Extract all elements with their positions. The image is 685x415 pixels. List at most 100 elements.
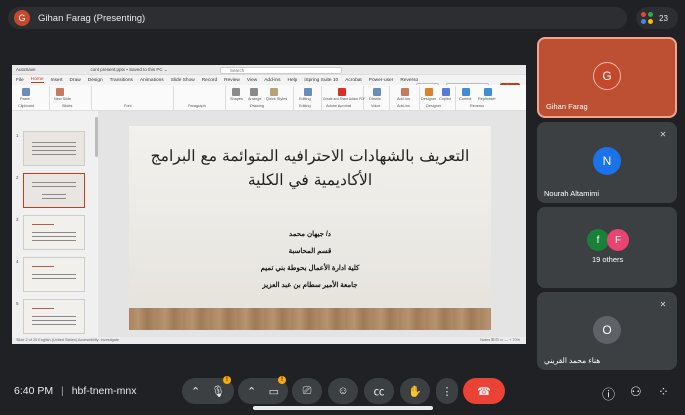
- tab-view[interactable]: View: [247, 78, 257, 83]
- group-adobe: Create and Share Adobe PDF Adobe Acrobat: [322, 86, 366, 110]
- meeting-code[interactable]: hbf-tnem-mnx: [72, 385, 137, 397]
- tab-reverso[interactable]: Reverso: [400, 78, 418, 83]
- participant-name: هناء محمد القريني: [544, 356, 601, 365]
- current-slide[interactable]: التعريف بالشهادات الاحترافيه المتوائمة م…: [129, 126, 491, 330]
- captions-button[interactable]: ㏄: [364, 378, 394, 404]
- home-indicator: [253, 406, 433, 410]
- thumb-number: 5: [16, 301, 19, 306]
- correct-icon[interactable]: [462, 88, 470, 96]
- avatar: O: [593, 316, 621, 344]
- group-label-font: Font: [124, 104, 132, 108]
- group-label-reverso: Reverso: [470, 104, 485, 108]
- chevron-up-icon[interactable]: ⌃: [247, 385, 256, 398]
- tile-gihan[interactable]: G Gihan Farag: [537, 37, 677, 118]
- shapes-icon[interactable]: [232, 88, 240, 96]
- tab-ispring[interactable]: iSpring Suite 10: [304, 78, 338, 83]
- tab-design[interactable]: Design: [88, 78, 103, 83]
- tab-slide-show[interactable]: Slide Show: [171, 78, 195, 83]
- arrange-icon[interactable]: [250, 88, 258, 96]
- designer-icon[interactable]: [425, 88, 433, 96]
- presenter-avatar: G: [14, 10, 30, 26]
- slide-college: كلية ادارة الأعمال بحوطة بني تميم: [260, 265, 360, 272]
- people-icon: [641, 11, 654, 25]
- group-font: Font: [92, 86, 174, 110]
- group-label-add-ins: Add-ins: [397, 104, 410, 108]
- raise-hand-button[interactable]: ✋: [400, 378, 430, 404]
- dictate-icon[interactable]: [373, 88, 381, 96]
- tab-file[interactable]: File: [16, 78, 24, 83]
- tile-others[interactable]: f F 19 others: [537, 207, 677, 288]
- people-chat-icon[interactable]: ⚇: [630, 384, 642, 400]
- tab-help[interactable]: Help: [287, 78, 297, 83]
- slide-thumbnail-2[interactable]: [23, 173, 85, 208]
- camera-icon[interactable]: ▭: [269, 385, 279, 398]
- tab-animations[interactable]: Animations: [140, 78, 164, 83]
- group-label-adobe: Adobe Acrobat: [326, 104, 351, 108]
- slide-university: جامعة الأمير سطام بن عبد العزيز: [262, 282, 358, 289]
- tab-draw[interactable]: Draw: [70, 78, 81, 83]
- group-label-editing: Editing: [299, 104, 311, 108]
- emoji-button[interactable]: ☺: [328, 378, 358, 404]
- tab-power-user[interactable]: Power-user: [369, 78, 394, 83]
- tab-record[interactable]: Record: [202, 78, 217, 83]
- slide-author: د/ جيهان محمد: [289, 231, 331, 238]
- end-call-button[interactable]: ☎: [463, 378, 505, 404]
- quick-styles-icon[interactable]: [270, 88, 278, 96]
- thumb-number: 3: [16, 217, 19, 222]
- slide-thumbnail-3[interactable]: [23, 215, 85, 250]
- arrange-label: Arrange: [248, 97, 262, 101]
- participants-button[interactable]: 23: [636, 7, 678, 29]
- rephraser-icon[interactable]: [484, 88, 492, 96]
- status-right[interactable]: Notes ⊞ ⊟ ▭ — + 70%: [480, 337, 520, 344]
- copilot-icon[interactable]: [442, 88, 450, 96]
- presenter-label: Gihan Farag (Presenting): [38, 12, 146, 24]
- thumb-number: 4: [16, 259, 19, 264]
- presenter-bar[interactable]: G Gihan Farag (Presenting): [8, 7, 627, 29]
- search-input[interactable]: Search: [220, 67, 342, 74]
- autosave-label[interactable]: AutoSave: [16, 67, 36, 72]
- participant-name: Nourah Altamimi: [544, 189, 600, 198]
- emoji-icon: ☺: [337, 385, 349, 397]
- shapes-label: Shapes: [230, 97, 243, 101]
- tile-hanaa[interactable]: ✕ O هناء محمد القريني: [537, 292, 677, 370]
- slide-thumbnail-4[interactable]: [23, 257, 85, 292]
- group-editing: Editing Editing: [294, 86, 322, 110]
- add-ins-icon[interactable]: [401, 88, 409, 96]
- designer-label: Designer: [421, 97, 437, 101]
- file-name[interactable]: cont present.pptx • Saved to this PC ⌄: [91, 67, 168, 73]
- hand-icon: ✋: [408, 385, 422, 398]
- mic-off-icon: ✕: [656, 127, 670, 141]
- slide-title: التعريف بالشهادات الاحترافيه المتوائمة م…: [150, 147, 470, 189]
- more-options-button[interactable]: ⋮: [436, 378, 458, 404]
- group-reverso: Correct Rephraser Reverso: [456, 86, 506, 110]
- info-icon[interactable]: ⓘ: [602, 384, 615, 403]
- group-paragraph: Paragraph: [174, 86, 226, 110]
- add-ins-label: Add-ins: [397, 97, 410, 101]
- tab-review[interactable]: Review: [224, 78, 240, 83]
- new-slide-icon[interactable]: [56, 88, 64, 96]
- avatar: F: [607, 229, 629, 251]
- tab-insert[interactable]: Insert: [51, 78, 63, 83]
- tab-add-ins[interactable]: Add-ins: [264, 78, 280, 83]
- rephraser-label: Rephraser: [478, 97, 496, 101]
- mic-icon[interactable]: 🎙: [211, 385, 225, 398]
- chevron-up-icon[interactable]: ⌃: [191, 385, 200, 398]
- tile-nourah[interactable]: ✕ N Nourah Altamimi: [537, 122, 677, 203]
- dictate-label: Dictate: [369, 97, 381, 101]
- warning-badge: !: [278, 376, 286, 384]
- new-slide-label: New Slide: [54, 97, 72, 101]
- adobe-pdf-label: Create and Share Adobe PDF: [323, 97, 366, 101]
- group-label-clipboard: Clipboard: [18, 104, 35, 108]
- slide-thumbnail-1[interactable]: [23, 131, 85, 166]
- avatar: G: [593, 62, 621, 90]
- paste-icon[interactable]: [22, 88, 30, 96]
- editing-icon[interactable]: [304, 88, 312, 96]
- thumb-number: 2: [16, 175, 19, 180]
- adobe-pdf-icon[interactable]: [338, 88, 346, 96]
- tab-acrobat[interactable]: Acrobat: [345, 78, 362, 83]
- present-button[interactable]: ⎚: [292, 378, 322, 404]
- tab-home[interactable]: Home: [30, 77, 44, 83]
- activities-icon[interactable]: ⁘: [658, 384, 669, 400]
- tab-transitions[interactable]: Transitions: [110, 78, 133, 83]
- slide-thumbnail-5[interactable]: [23, 299, 85, 334]
